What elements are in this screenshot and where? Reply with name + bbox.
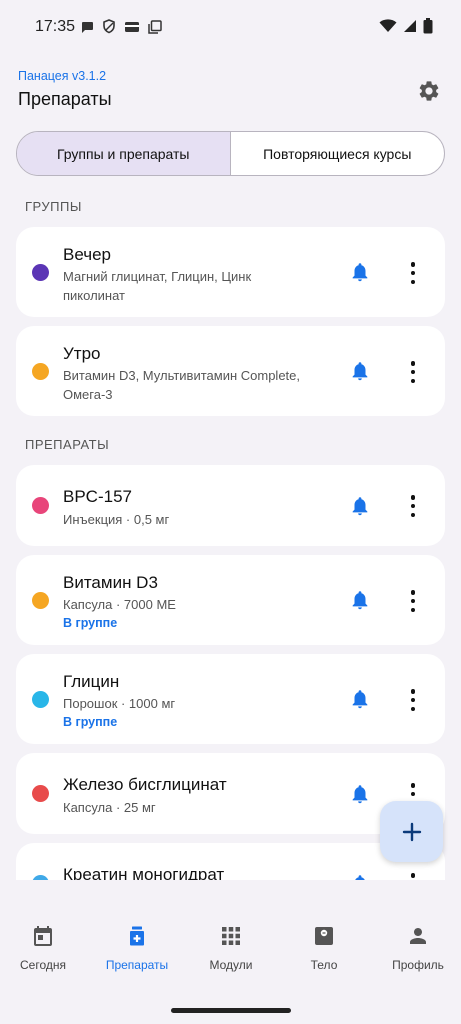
person-icon (410, 928, 426, 944)
bell-icon[interactable] (349, 589, 371, 611)
group-members: Витамин D3, Мультивитамин Complete, Омега… (63, 368, 300, 402)
nav-meds[interactable]: Препараты (91, 924, 183, 972)
section-title-meds: ПРЕПАРАТЫ (25, 437, 110, 452)
nav-profile[interactable]: Профиль (372, 924, 461, 972)
more-options-button[interactable] (406, 590, 420, 612)
in-group-tag: В группе (63, 715, 118, 729)
tab-recurring-courses[interactable]: Повторяющиеся курсы (231, 132, 445, 175)
home-indicator[interactable] (171, 1008, 291, 1013)
medicine-icon (130, 926, 144, 946)
nav-label: Профиль (392, 958, 444, 972)
med-name: Железо бисглицинат (63, 775, 227, 794)
med-color-dot (32, 592, 49, 609)
group-name: Вечер (63, 245, 111, 264)
med-details: Капсула · 7000 МЕ (63, 597, 176, 612)
med-name: BPC-157 (63, 487, 132, 506)
med-color-dot (32, 691, 49, 708)
bell-icon[interactable] (349, 261, 371, 283)
bell-icon[interactable] (349, 783, 371, 805)
bell-icon[interactable] (349, 495, 371, 517)
nav-label: Сегодня (20, 958, 66, 972)
nav-label: Тело (310, 958, 338, 972)
group-card[interactable]: Утро Витамин D3, Мультивитамин Complete,… (16, 326, 445, 416)
med-color-dot (32, 497, 49, 514)
med-card[interactable]: Глицин Порошок · 1000 мг В группе (16, 654, 445, 744)
group-card[interactable]: Вечер Магний глицинат, Глицин, Цинк пикол… (16, 227, 445, 317)
view-switcher: Группы и препараты Повторяющиеся курсы (16, 131, 445, 176)
settings-button[interactable] (415, 77, 443, 105)
tab-groups-and-meds[interactable]: Группы и препараты (17, 132, 231, 175)
apps-grid-icon (222, 927, 240, 945)
med-details: Инъекция · 0,5 мг (63, 512, 170, 527)
plus-icon (402, 822, 421, 841)
nav-label: Модули (209, 958, 253, 972)
gear-icon (419, 81, 439, 101)
scale-icon (315, 927, 333, 945)
more-options-button[interactable] (406, 262, 420, 284)
in-group-tag: В группе (63, 616, 118, 630)
nav-modules[interactable]: Модули (185, 924, 277, 972)
content-area[interactable]: Панацея v3.1.2 Препараты Группы и препар… (0, 0, 461, 880)
med-card[interactable]: BPC-157 Инъекция · 0,5 мг (16, 465, 445, 546)
nav-body[interactable]: Тело (278, 924, 370, 972)
more-options-button[interactable] (406, 495, 420, 517)
med-name: Витамин D3 (63, 573, 158, 592)
group-members: Магний глицинат, Глицин, Цинк пиколинат (63, 269, 252, 303)
med-card[interactable]: Витамин D3 Капсула · 7000 МЕ В группе (16, 555, 445, 645)
med-color-dot (32, 785, 49, 802)
bell-icon[interactable] (349, 688, 371, 710)
add-med-button[interactable] (380, 801, 443, 862)
med-details: Капсула · 25 мг (63, 800, 156, 815)
bell-icon[interactable] (349, 873, 371, 880)
more-options-button[interactable] (406, 361, 420, 383)
page-title: Препараты (18, 89, 112, 109)
bottom-navigation: Сегодня Препараты Модули Тело Профиль (0, 880, 461, 1024)
nav-today[interactable]: Сегодня (0, 924, 89, 972)
calendar-icon (34, 926, 52, 946)
more-options-button[interactable] (406, 689, 420, 711)
group-color-dot (32, 264, 49, 281)
bell-icon[interactable] (349, 360, 371, 382)
med-name: Глицин (63, 672, 120, 691)
more-options-button[interactable] (406, 873, 420, 880)
med-details: Порошок · 1000 мг (63, 696, 176, 711)
nav-label: Препараты (105, 958, 169, 972)
group-name: Утро (63, 344, 101, 363)
med-name: Креатин моногидрат (63, 865, 225, 880)
group-color-dot (32, 363, 49, 380)
app-version: Панацея v3.1.2 (18, 69, 107, 83)
section-title-groups: ГРУППЫ (25, 199, 82, 214)
